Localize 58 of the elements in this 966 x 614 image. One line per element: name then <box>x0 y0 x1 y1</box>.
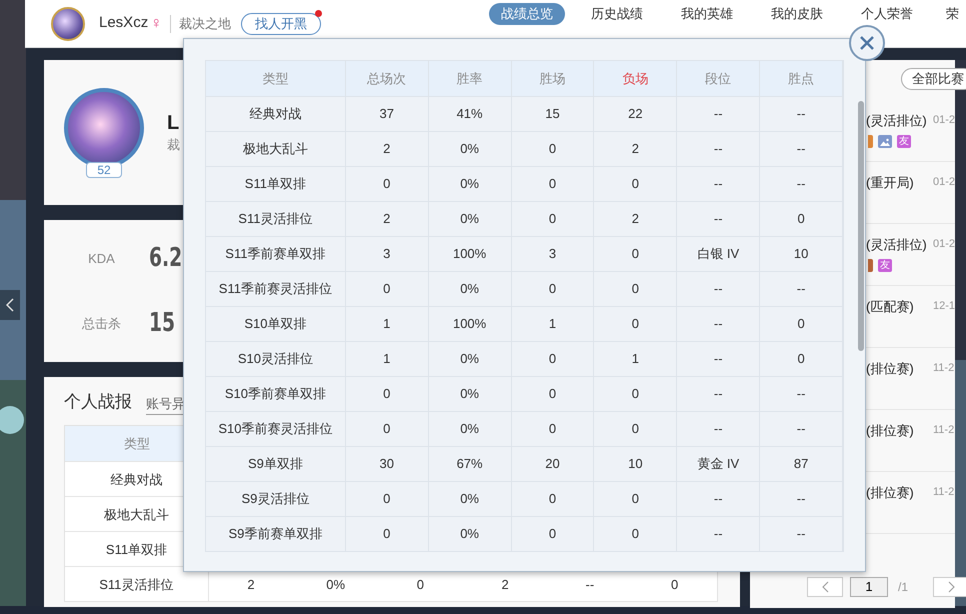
nav-tab[interactable]: 战绩总览 <box>489 3 565 25</box>
stat-label: 总击杀 <box>81 314 122 333</box>
nav-tab[interactable]: 荣 <box>942 3 963 25</box>
gender-symbol: ♀ <box>150 14 162 34</box>
nav-tab[interactable]: 历史战绩 <box>587 3 647 25</box>
match-date: 01-2 <box>933 237 956 252</box>
report-title: 个人战报 <box>64 391 132 413</box>
find-teammates-button[interactable]: 找人开黑 <box>241 12 322 34</box>
stat-label: KDA <box>87 250 116 268</box>
match-date: 11-2 <box>933 485 954 500</box>
page-total: /1 <box>898 579 908 596</box>
nav-tab[interactable]: 个人荣誉 <box>857 3 917 25</box>
chevron-left-icon <box>822 581 828 593</box>
match-mode: (排位赛) <box>866 484 914 502</box>
match-mode: (重开局) <box>866 174 914 192</box>
table-cell-text: 2 <box>246 576 256 594</box>
table-cell-text: 0 <box>670 576 680 594</box>
chevron-right-icon <box>948 581 955 593</box>
stat-value: 6.2 <box>149 242 182 275</box>
table-cell-text: 0% <box>325 576 346 594</box>
match-date: 11-2 <box>933 361 954 376</box>
page-number-field[interactable]: 1 <box>850 577 888 597</box>
match-mode: (灵活排位) <box>866 112 927 130</box>
avatar[interactable] <box>51 6 85 40</box>
server-name: 裁 <box>167 136 180 154</box>
match-mode: (排位赛) <box>866 422 914 440</box>
close-icon <box>860 36 874 50</box>
level-badge: 52 <box>86 162 122 178</box>
player-name: L <box>167 110 180 135</box>
match-date: 01-2 <box>933 113 956 128</box>
table-cell-text: 2 <box>500 576 510 594</box>
username: LesXcz <box>99 13 148 34</box>
slide-arrow-button[interactable] <box>0 290 20 320</box>
match-mode: (排位赛) <box>866 360 914 378</box>
friend-tag: 友 <box>897 135 911 148</box>
column-header: 类型 <box>123 434 151 452</box>
match-date: 01-2 <box>933 175 956 190</box>
table-cell: 0% <box>428 517 512 551</box>
nav-tab[interactable]: 我的英雄 <box>677 3 737 25</box>
table-cell: 0 <box>512 517 594 551</box>
nav-tab[interactable]: 我的皮肤 <box>767 3 827 25</box>
friend-tag: 友 <box>878 259 892 272</box>
table-cell: S9季前赛单双排 <box>206 517 346 551</box>
table-cell-text: -- <box>584 576 596 594</box>
table-cell-text: 0 <box>416 576 426 594</box>
server-name: 裁决之地 <box>179 14 232 33</box>
table-cell: -- <box>677 517 760 551</box>
table-cell: 0 <box>594 517 678 551</box>
match-mode: (匹配赛) <box>866 298 914 316</box>
match-mode: (灵活排位) <box>866 236 927 254</box>
chevron-left-icon <box>6 298 14 312</box>
stat-value: 15 <box>149 307 176 340</box>
all-matches-button[interactable]: 全部比赛 <box>901 68 966 90</box>
match-date: 11-2 <box>933 423 954 438</box>
table-cell: 0 <box>346 517 429 551</box>
scrollbar-thumb[interactable] <box>858 101 864 351</box>
table-cell: -- <box>760 517 844 551</box>
match-date: 12-1 <box>933 299 956 314</box>
